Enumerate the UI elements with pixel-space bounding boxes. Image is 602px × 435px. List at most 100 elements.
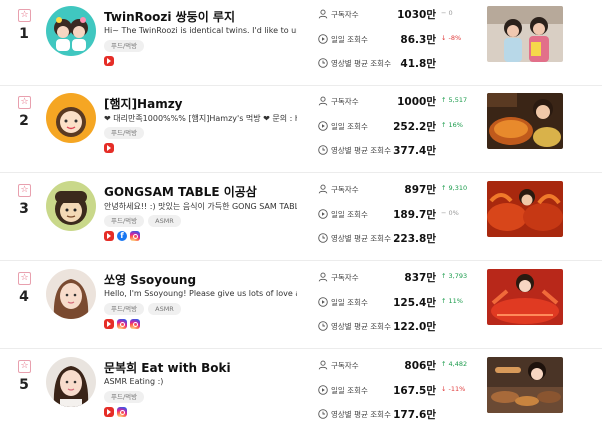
youtube-icon[interactable] [104, 407, 114, 417]
channel-description: ASMR Eating :) [104, 377, 164, 386]
daily-views-change: ↑ 16% [441, 121, 463, 129]
star-icon[interactable]: ☆ [18, 9, 31, 22]
channel-description: Hello, I'm Ssoyoung! Please give us lots… [104, 289, 297, 298]
daily-views-label: 일일 조회수 [331, 122, 368, 131]
daily-views-change: ↓ -11% [441, 385, 466, 393]
subscribers-value: 897만 [404, 184, 436, 196]
channel-row[interactable]: ☆ 5 문복희 Eat with Boki ASMR Eating :) 푸드/… [0, 351, 602, 435]
rank-number: 2 [19, 113, 29, 129]
avg-views-label: 영상별 평균 조회수 [331, 410, 391, 419]
daily-views-value: 125.4만 [393, 297, 436, 309]
clock-icon [318, 409, 328, 419]
channel-row[interactable]: ☆ 3 GONGSAM TABLE 이공삼 안녕하세요!! :) 맛있는 음식이… [0, 175, 602, 261]
avg-views-value: 122.0만 [393, 321, 436, 333]
play-icon [318, 34, 328, 44]
channel-description: 안녕하세요!! :) 맛있는 음식이 가득한 GONG SAM TABLE C [104, 202, 297, 211]
rank-number: 3 [19, 201, 29, 217]
star-icon[interactable]: ☆ [18, 184, 31, 197]
instagram-icon[interactable] [130, 231, 140, 241]
video-thumbnail[interactable] [487, 181, 563, 237]
facebook-icon[interactable]: f [117, 231, 127, 241]
avg-views-value: 223.8만 [393, 233, 436, 245]
avg-views-label: 영상별 평균 조회수 [331, 146, 391, 155]
rank-number: 4 [19, 289, 29, 305]
subscribers-label: 구독자수 [331, 10, 359, 19]
category-tag[interactable]: 푸드/먹방 [104, 303, 145, 315]
avatar[interactable] [46, 269, 96, 319]
rank-number: 1 [19, 26, 29, 42]
person-icon [318, 9, 328, 19]
video-thumbnail[interactable] [487, 93, 563, 149]
avg-views-label: 영상별 평균 조회수 [331, 322, 391, 331]
video-thumbnail[interactable] [487, 357, 563, 413]
category-tag[interactable]: 푸드/먹방 [104, 40, 145, 52]
subscribers-label: 구독자수 [331, 97, 359, 106]
subscribers-label: 구독자수 [331, 185, 359, 194]
youtube-icon[interactable] [104, 143, 114, 153]
avatar[interactable] [46, 6, 96, 56]
subscribers-change: ↑ 3,793 [441, 272, 468, 280]
play-icon [318, 385, 328, 395]
youtube-icon[interactable] [104, 319, 114, 329]
subscribers-change: ↑ 9,310 [441, 184, 468, 192]
person-icon [318, 184, 328, 194]
subscribers-value: 806만 [404, 360, 436, 372]
video-thumbnail[interactable] [487, 269, 563, 325]
instagram-icon[interactable] [130, 319, 140, 329]
daily-views-label: 일일 조회수 [331, 386, 368, 395]
subscribers-label: 구독자수 [331, 361, 359, 370]
channel-description: ❤ 대리만족1000%%% [햄지]Hamzy's 먹방 ❤ 문의 : hjh [104, 114, 297, 123]
subscribers-change: ↑ 5,517 [441, 96, 468, 104]
daily-views-value: 189.7만 [393, 209, 436, 221]
channel-row[interactable]: ☆ 4 쏘영 Ssoyoung Hello, I'm Ssoyoung! Ple… [0, 263, 602, 349]
channel-name[interactable]: [햄지]Hamzy [104, 95, 183, 112]
category-tag[interactable]: ASMR [148, 303, 181, 315]
daily-views-change: − 0% [441, 209, 459, 217]
category-tag[interactable]: 푸드/먹방 [104, 215, 145, 227]
youtube-icon[interactable] [104, 231, 114, 241]
play-icon [318, 121, 328, 131]
daily-views-label: 일일 조회수 [331, 210, 368, 219]
subscribers-value: 837만 [404, 272, 436, 284]
channel-name[interactable]: 문복희 Eat with Boki [104, 359, 231, 376]
avatar[interactable] [46, 93, 96, 143]
avg-views-value: 41.8만 [400, 58, 436, 70]
subscribers-label: 구독자수 [331, 273, 359, 282]
category-tag[interactable]: ASMR [148, 215, 181, 227]
channel-name[interactable]: 쏘영 Ssoyoung [104, 271, 196, 288]
subscribers-change: ↑ 4,482 [441, 360, 468, 368]
channel-row[interactable]: ☆ 2 [햄지]Hamzy ❤ 대리만족1000%%% [햄지]Hamzy's … [0, 87, 602, 173]
daily-views-label: 일일 조회수 [331, 35, 368, 44]
video-thumbnail[interactable] [487, 6, 563, 62]
channel-description: Hi~ The TwinRoozi is identical twins. I'… [104, 26, 297, 35]
avatar[interactable] [46, 357, 96, 407]
rank-number: 5 [19, 377, 29, 393]
avatar[interactable] [46, 181, 96, 231]
channel-row[interactable]: ☆ 1 TwinRoozi 쌍둥이 루지 Hi~ The TwinRoozi i… [0, 0, 602, 86]
daily-views-change: ↑ 11% [441, 297, 463, 305]
clock-icon [318, 58, 328, 68]
youtube-icon[interactable] [104, 56, 114, 66]
person-icon [318, 360, 328, 370]
channel-name[interactable]: TwinRoozi 쌍둥이 루지 [104, 8, 235, 25]
star-icon[interactable]: ☆ [18, 96, 31, 109]
instagram-icon[interactable] [117, 319, 127, 329]
daily-views-value: 167.5만 [393, 385, 436, 397]
person-icon [318, 272, 328, 282]
daily-views-value: 252.2만 [393, 121, 436, 133]
subscribers-value: 1030만 [397, 9, 436, 21]
clock-icon [318, 233, 328, 243]
play-icon [318, 297, 328, 307]
channel-name[interactable]: GONGSAM TABLE 이공삼 [104, 183, 257, 200]
category-tag[interactable]: 푸드/먹방 [104, 127, 145, 139]
daily-views-change: ↓ -8% [441, 34, 462, 42]
person-icon [318, 96, 328, 106]
daily-views-value: 86.3만 [400, 34, 436, 46]
star-icon[interactable]: ☆ [18, 360, 31, 373]
channel-ranking-list: ☆ 1 TwinRoozi 쌍둥이 루지 Hi~ The TwinRoozi i… [0, 0, 602, 435]
instagram-icon[interactable] [117, 407, 127, 417]
avg-views-value: 177.6만 [393, 409, 436, 421]
star-icon[interactable]: ☆ [18, 272, 31, 285]
daily-views-label: 일일 조회수 [331, 298, 368, 307]
category-tag[interactable]: 푸드/먹방 [104, 391, 145, 403]
